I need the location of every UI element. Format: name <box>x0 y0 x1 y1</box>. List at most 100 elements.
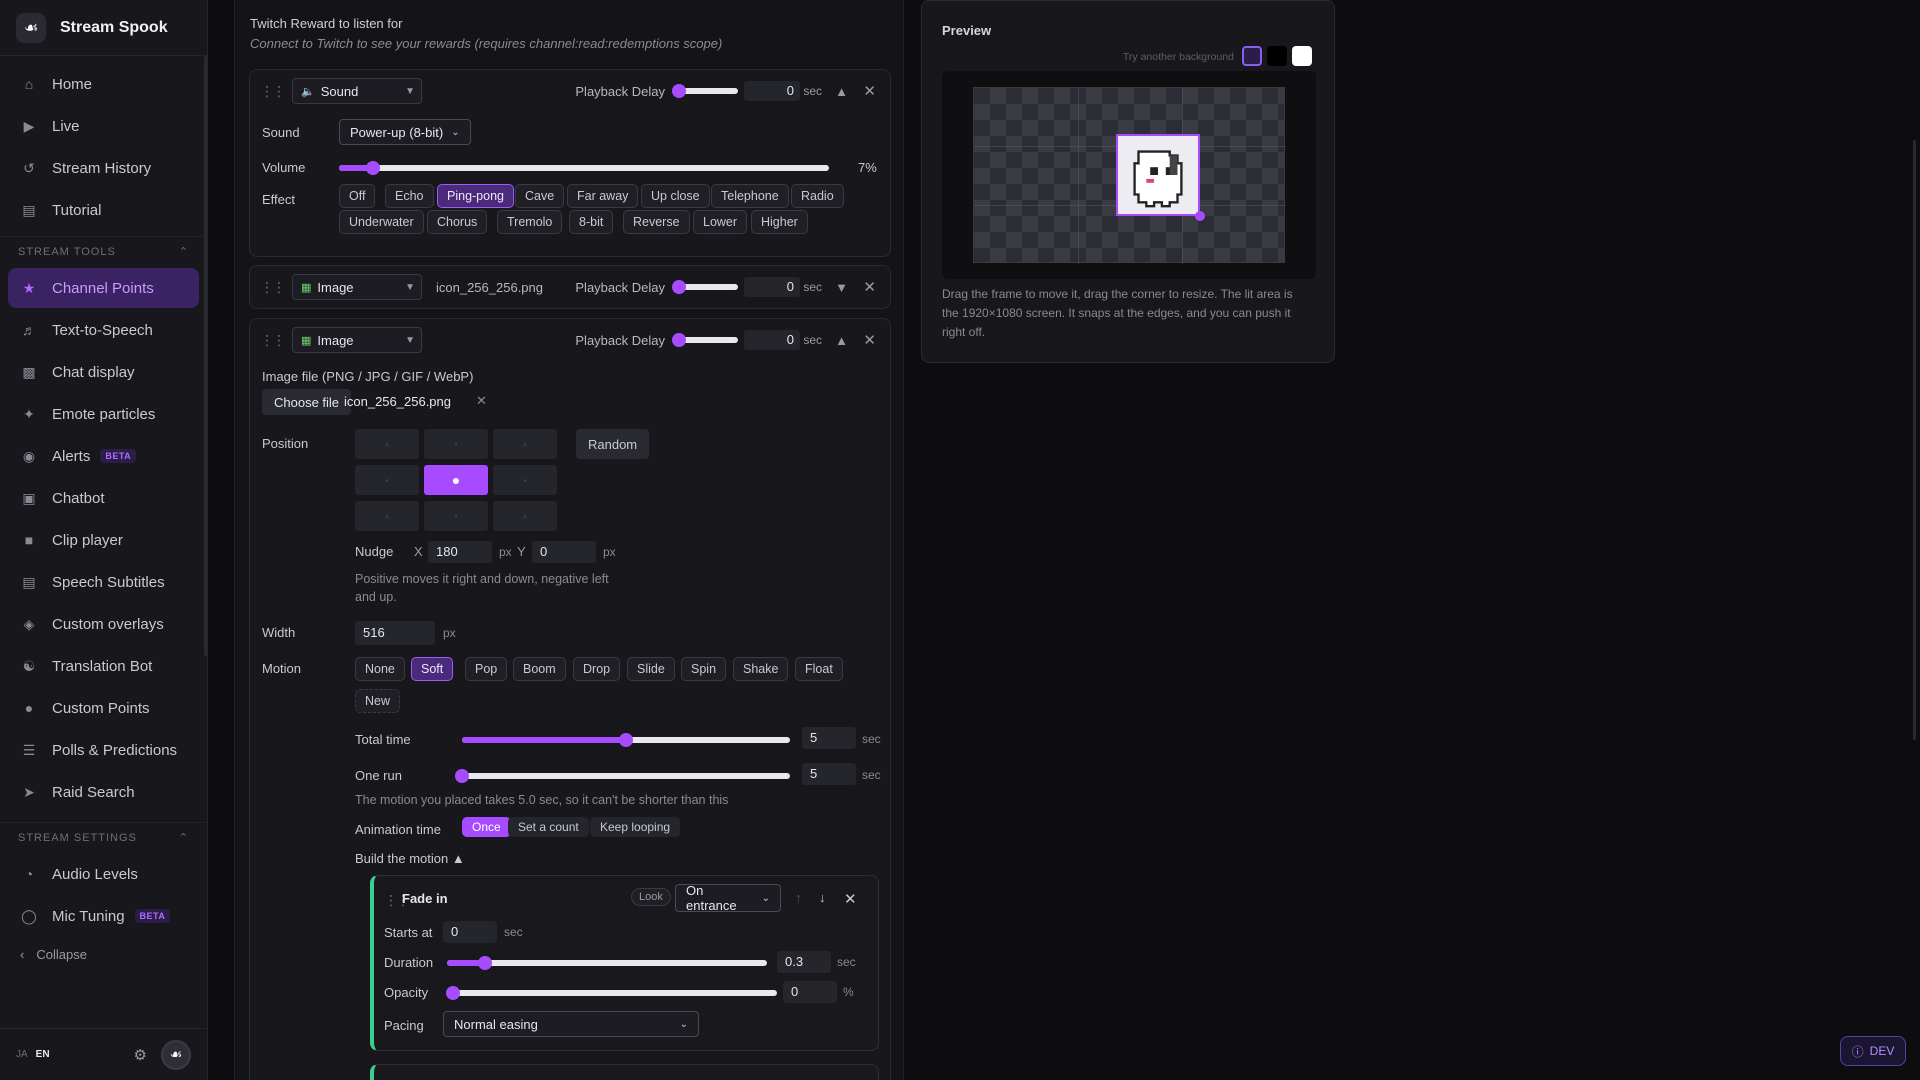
motion-chip-float[interactable]: Float <box>795 657 843 681</box>
effect-chip-telephone[interactable]: Telephone <box>711 184 789 208</box>
motion-chip-soft[interactable]: Soft <box>411 657 454 681</box>
duration-input[interactable]: 0.3 <box>777 951 831 973</box>
preview-screen-area[interactable] <box>973 87 1286 264</box>
action-type-select[interactable]: ▦ Image ▼ <box>292 327 422 353</box>
opacity-slider[interactable] <box>446 986 777 1000</box>
effect-chip-reverse[interactable]: Reverse <box>623 210 690 234</box>
nav-item-emote-particles[interactable]: ✦ Emote particles <box>8 394 199 434</box>
remove-step-icon[interactable]: ✕ <box>844 890 857 908</box>
playback-delay-input[interactable]: 0 <box>744 81 800 101</box>
section-stream-settings[interactable]: STREAM SETTINGS ⌃ <box>0 822 207 852</box>
nav-item-home[interactable]: ⌂ Home <box>8 64 199 104</box>
starts-at-input[interactable]: 0 <box>443 921 497 943</box>
motion-chip-pop[interactable]: Pop <box>465 657 508 681</box>
random-position-button[interactable]: Random <box>576 429 650 459</box>
close-icon[interactable]: ✕ <box>863 82 876 100</box>
avatar[interactable]: ☙ <box>161 1039 191 1070</box>
gear-icon[interactable]: ⚙ <box>134 1046 147 1064</box>
step-trigger-select[interactable]: On entrance ⌄ <box>675 883 781 913</box>
collapse-button[interactable]: ‹ Collapse <box>0 940 207 968</box>
slider-knob[interactable] <box>672 333 686 347</box>
close-icon[interactable]: ✕ <box>863 331 876 349</box>
drag-handle-icon[interactable]: ⋮⋮ <box>260 279 286 296</box>
drag-handle-icon[interactable]: ⋮⋮ <box>260 83 286 100</box>
position-cell-top-center[interactable]: ◦ <box>424 429 488 459</box>
total-time-slider[interactable] <box>462 733 790 747</box>
nav-item-audio-levels[interactable]: ◔ Audio Levels <box>8 854 199 894</box>
dev-badge[interactable]: ⓘ DEV <box>1840 1036 1906 1066</box>
position-cell-top-left[interactable]: ◦ <box>355 429 419 459</box>
nav-item-clip-player[interactable]: ■ Clip player <box>8 520 199 560</box>
nav-item-live[interactable]: ▶ Live <box>8 106 199 146</box>
width-input[interactable]: 516 <box>355 621 435 645</box>
animation-option-keep-looping[interactable]: Keep looping <box>590 817 681 837</box>
position-cell-bottom-right[interactable]: ◦ <box>493 501 557 531</box>
nudge-x-input[interactable]: 180 <box>428 541 492 563</box>
slider-knob[interactable] <box>478 956 493 970</box>
slider-knob[interactable] <box>672 280 686 294</box>
sound-select[interactable]: Power-up (8-bit) ⌄ <box>339 119 471 145</box>
position-cell-bottom-left[interactable]: ◦ <box>355 501 419 531</box>
sidebar-scrollbar[interactable] <box>204 56 207 656</box>
close-icon[interactable]: ✕ <box>863 278 876 296</box>
brand[interactable]: ☙ Stream Spook <box>0 0 207 56</box>
page-scrollbar[interactable] <box>1913 140 1916 740</box>
background-swatch-black[interactable] <box>1267 46 1287 66</box>
nav-item-raid-search[interactable]: ➤ Raid Search <box>8 772 199 812</box>
slider-knob[interactable] <box>366 161 381 175</box>
total-time-input[interactable]: 5 <box>802 727 856 749</box>
nav-item-translation-bot[interactable]: ☯ Translation Bot <box>8 646 199 686</box>
move-up-icon[interactable]: ▲ <box>835 333 848 348</box>
nav-item-stream-history[interactable]: ↺ Stream History <box>8 148 199 188</box>
playback-delay-slider[interactable] <box>672 333 738 347</box>
nav-item-alerts[interactable]: ◉ Alerts BETA <box>8 436 199 476</box>
lang-ja[interactable]: JA <box>16 1049 28 1060</box>
nav-item-chatbot[interactable]: ▣ Chatbot <box>8 478 199 518</box>
position-cell-bottom-center[interactable]: ◦ <box>424 501 488 531</box>
nav-item-mic-tuning[interactable]: ◯ Mic Tuning BETA <box>8 896 199 936</box>
effect-chip-off[interactable]: Off <box>339 184 376 208</box>
slider-knob[interactable] <box>672 84 686 98</box>
position-cell-top-right[interactable]: ◦ <box>493 429 557 459</box>
playback-delay-slider[interactable] <box>672 280 738 294</box>
motion-chip-spin[interactable]: Spin <box>681 657 727 681</box>
action-type-select[interactable]: 🔈 Sound ▼ <box>292 78 422 104</box>
slider-knob[interactable] <box>619 733 633 747</box>
nudge-y-input[interactable]: 0 <box>532 541 596 563</box>
lang-en[interactable]: EN <box>36 1049 50 1060</box>
move-step-down-icon[interactable]: ↓ <box>819 890 826 905</box>
slider-knob[interactable] <box>455 769 469 783</box>
choose-file-button[interactable]: Choose file <box>262 389 352 415</box>
position-cell-center[interactable]: ● <box>424 465 488 495</box>
effect-chip-underwater[interactable]: Underwater <box>339 210 424 234</box>
image-frame[interactable] <box>1116 134 1205 221</box>
effect-chip-up-close[interactable]: Up close <box>641 184 710 208</box>
motion-chip-shake[interactable]: Shake <box>733 657 789 681</box>
effect-chip-cave[interactable]: Cave <box>515 184 565 208</box>
motion-chip-drop[interactable]: Drop <box>573 657 621 681</box>
playback-delay-input[interactable]: 0 <box>744 277 800 297</box>
resize-handle[interactable] <box>1195 211 1205 221</box>
effect-chip-chorus[interactable]: Chorus <box>427 210 488 234</box>
build-motion-toggle[interactable]: Build the motion ▲ <box>355 851 465 866</box>
nav-item-custom-overlays[interactable]: ◈ Custom overlays <box>8 604 199 644</box>
animation-option-once[interactable]: Once <box>462 817 511 837</box>
nav-item-custom-points[interactable]: ● Custom Points <box>8 688 199 728</box>
effect-chip-8-bit[interactable]: 8-bit <box>569 210 614 234</box>
motion-chip-new[interactable]: New <box>355 689 401 713</box>
background-swatch-purple[interactable] <box>1242 46 1262 66</box>
effect-chip-echo[interactable]: Echo <box>385 184 434 208</box>
volume-slider[interactable] <box>339 161 829 175</box>
one-run-input[interactable]: 5 <box>802 763 856 785</box>
move-up-icon[interactable]: ▲ <box>835 84 848 99</box>
nav-item-channel-points[interactable]: ★ Channel Points <box>8 268 199 308</box>
animation-option-set-a-count[interactable]: Set a count <box>508 817 589 837</box>
nav-item-chat-display[interactable]: ▩ Chat display <box>8 352 199 392</box>
expand-icon[interactable]: ▼ <box>835 280 848 295</box>
playback-delay-slider[interactable] <box>672 84 738 98</box>
effect-chip-radio[interactable]: Radio <box>791 184 844 208</box>
motion-chip-slide[interactable]: Slide <box>627 657 675 681</box>
move-step-up-icon[interactable]: ↑ <box>795 890 802 905</box>
pacing-select[interactable]: Normal easing ⌄ <box>443 1011 699 1037</box>
drag-handle-icon[interactable]: ⋮⋮ <box>260 332 286 349</box>
